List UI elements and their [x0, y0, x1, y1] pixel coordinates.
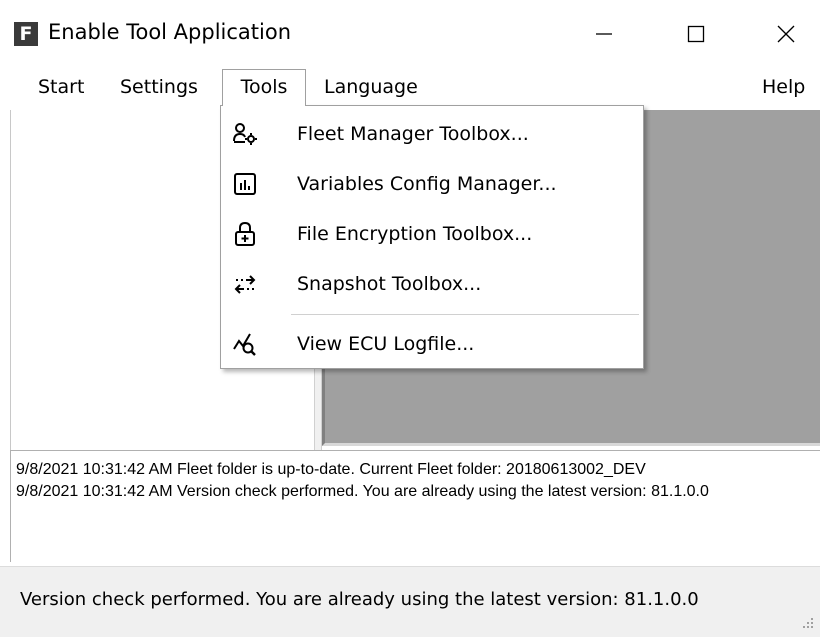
menu-item-snapshot-toolbox[interactable]: Snapshot Toolbox... [221, 260, 643, 308]
menu-item-file-encryption-toolbox[interactable]: File Encryption Toolbox... [221, 210, 643, 258]
log-output[interactable]: 9/8/2021 10:31:42 AM Fleet folder is up-… [10, 450, 820, 562]
maximize-icon [687, 25, 705, 43]
snapshot-arrows-icon [231, 270, 259, 298]
minimize-button[interactable] [574, 10, 634, 58]
window-title: Enable Tool Application [48, 20, 292, 44]
maximize-button[interactable] [666, 10, 726, 58]
menu-bar: Start Settings Language Help [0, 68, 820, 106]
graph-search-icon [231, 330, 259, 358]
menu-item-variables-config-manager[interactable]: Variables Config Manager... [221, 160, 643, 208]
log-line: 9/8/2021 10:31:42 AM Fleet folder is up-… [16, 461, 646, 478]
resize-grip-icon[interactable] [800, 615, 814, 629]
minimize-icon [596, 33, 612, 35]
lock-icon [231, 220, 259, 248]
title-bar: F Enable Tool Application [0, 0, 820, 68]
menu-item-label: View ECU Logfile... [297, 333, 475, 355]
menu-item-label: File Encryption Toolbox... [297, 223, 533, 245]
fleet-manager-icon [231, 120, 259, 148]
status-text: Version check performed. You are already… [20, 589, 699, 610]
menu-item-label: Variables Config Manager... [297, 173, 557, 195]
menu-tools[interactable]: Tools [222, 69, 306, 106]
status-bar: Version check performed. You are already… [0, 566, 820, 637]
log-line: 9/8/2021 10:31:42 AM Version check perfo… [16, 483, 709, 500]
menu-start[interactable]: Start [38, 68, 84, 106]
menu-settings[interactable]: Settings [120, 68, 198, 106]
menu-item-view-ecu-logfile[interactable]: View ECU Logfile... [221, 320, 643, 368]
bar-chart-icon [231, 170, 259, 198]
app-icon: F [14, 22, 38, 46]
close-button[interactable] [756, 10, 816, 58]
close-icon [777, 25, 795, 43]
menu-language[interactable]: Language [324, 68, 418, 106]
menu-item-label: Snapshot Toolbox... [297, 273, 482, 295]
menu-item-fleet-manager-toolbox[interactable]: Fleet Manager Toolbox... [221, 110, 643, 158]
tools-dropdown-menu: Fleet Manager Toolbox... Variables Confi… [220, 105, 644, 369]
menu-separator [291, 314, 639, 315]
menu-item-label: Fleet Manager Toolbox... [297, 123, 529, 145]
menu-help[interactable]: Help [762, 68, 805, 106]
